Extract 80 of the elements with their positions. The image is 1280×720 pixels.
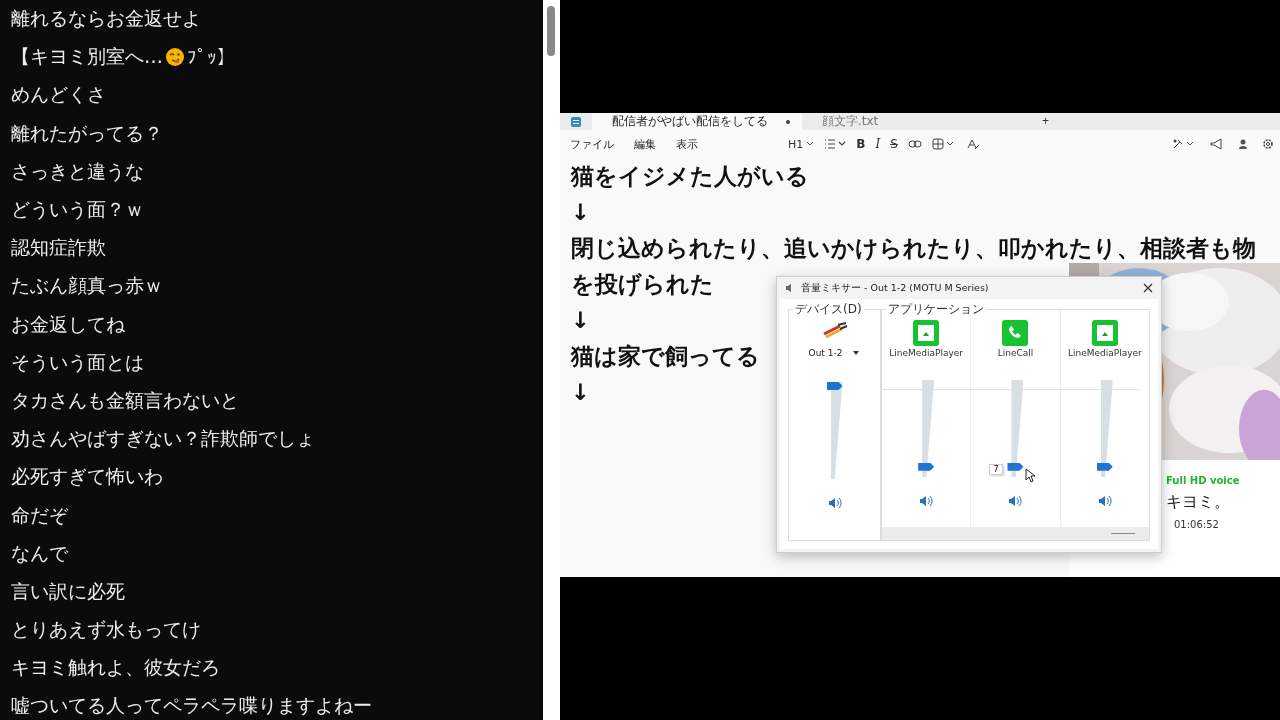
speaker-icon[interactable] [1008,495,1023,507]
strikethrough-button[interactable]: S [890,137,898,151]
chat-message: 劝さんやばすぎない？詐欺師でしょ [11,426,315,452]
scrollbar-thumb[interactable] [547,6,555,56]
call-quality-label: Full HD voice [1166,475,1240,486]
document-line: 猫は家で飼ってる [571,341,760,371]
chat-message: お金返してね [11,311,125,337]
slider-thumb[interactable] [1096,462,1113,471]
slider-thumb[interactable] [826,382,843,390]
document-line: 猫をイジメた人がいる [571,161,809,191]
editor-tab[interactable]: 配信者がやばい配信をしてる [592,113,802,130]
image-icon [913,320,940,346]
chat-message: たぶん顔真っ赤ｗ [11,273,163,299]
chat-message: なんで [11,540,68,566]
chat-message: タカさんも金額言わないと [11,387,239,413]
slider-thumb[interactable] [1007,462,1024,471]
device-dropdown[interactable]: Out 1-2 [808,348,861,358]
speaker-icon[interactable] [919,495,934,507]
volume-slider[interactable] [824,382,845,479]
list-icon[interactable] [824,138,847,150]
account-icon[interactable] [1238,138,1248,150]
scrollbar[interactable] [543,0,560,720]
smiley-icon [165,47,185,68]
document-line: 閉じ込められたり、追いかけられたり、叩かれたり、相談者も物 [571,233,1256,263]
clear-format-icon[interactable] [965,138,980,150]
notepad-icon [570,116,582,128]
heading-button[interactable]: H1 [788,137,815,151]
link-icon[interactable] [907,139,922,149]
pen-icon[interactable] [1172,138,1196,150]
menu-item[interactable]: 編集 [624,136,666,152]
chat-message: 認知症詐欺 [11,235,106,261]
chat-message: どういう面？ｗ [11,197,144,223]
caret-icon[interactable] [852,350,861,356]
chat-message: さっきと違うな [11,158,144,184]
audio-cable-icon [821,322,848,340]
document-line: ↓ [571,198,590,227]
settings-icon[interactable] [1262,138,1274,150]
bold-button[interactable]: B [856,137,866,151]
chat-message: 嘘ついてる人ってペラペラ喋りますよねー [11,693,372,719]
table-icon[interactable] [931,138,956,150]
volume-slider[interactable] [1094,380,1115,477]
group-label: アプリケーション [886,301,986,318]
chat-message: キヨミ触れよ、彼女だろ [11,655,220,681]
megaphone-icon[interactable] [1210,138,1224,150]
window-title: 音量ミキサー - Out 1-2 (MOTU M Series) [801,281,989,295]
volume-slider[interactable] [916,380,937,477]
chat-message: そういう面とは [11,349,144,375]
slider-thumb[interactable] [918,462,935,471]
app-name: LineMediaPlayer [1067,348,1142,358]
chat-message: 言い訳に必死 [11,578,125,604]
scrollbar[interactable] [882,527,1149,540]
chat-message: 必死すぎて怖いわ [11,464,163,490]
caller-name: キヨミ。 [1166,492,1230,513]
speaker-icon[interactable] [1097,495,1112,507]
editor-tab[interactable]: 顔文字.txt [802,113,1012,130]
image-icon [1091,320,1118,346]
chat-message: 離れたがってる？ [11,120,163,146]
volume-tooltip: 7 [989,463,1003,475]
caret-icon[interactable] [806,141,815,147]
chat-message: とりあえず水もってけ [11,617,201,643]
group-label: デバイス(D) [793,301,864,318]
document-line: ↓ [571,378,590,407]
chat-message: 【キヨミ別室へ… [11,44,163,70]
italic-button[interactable]: I [875,137,881,151]
chat-message: めんどくさ [11,82,106,108]
chat-message: 離れるならお金返せよ [11,6,201,32]
document-line: ↓ [571,306,590,335]
chat-message: ﾌﾟｯ】 [187,46,236,69]
chat-message: 命だぞ [11,502,68,528]
cursor-icon [1025,467,1036,483]
speaker-icon[interactable] [827,497,842,509]
app-name: LineMediaPlayer [889,348,964,358]
document-line: を投げられた [571,269,714,299]
menu-item[interactable]: 表示 [666,136,708,152]
phone-icon [1002,320,1029,346]
close-icon[interactable] [1143,283,1153,293]
app-name: LineCall [997,348,1034,358]
new-tab-button[interactable]: + [1012,114,1049,129]
menu-item[interactable]: ファイル [560,136,624,152]
call-duration: 01:06:52 [1173,519,1219,530]
